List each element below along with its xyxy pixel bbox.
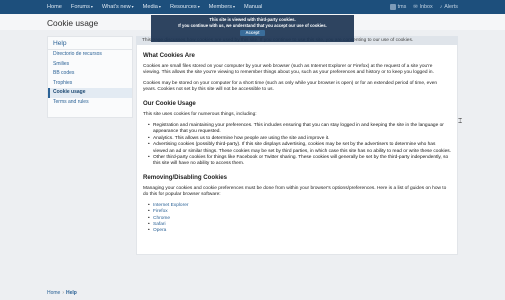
accept-cookies-button[interactable]: Accept	[239, 30, 266, 36]
help-sidebar: Help Directorio de recursos Smilies BB c…	[47, 36, 133, 118]
chevron-down-icon: ▾	[90, 4, 93, 9]
user-link[interactable]: tms	[389, 4, 406, 10]
sidebar-item-smilies[interactable]: Smilies	[48, 60, 132, 70]
nav-manual[interactable]: Manual	[244, 4, 262, 10]
breadcrumb-separator: ›	[62, 290, 65, 296]
section-heading: Our Cookie Usage	[143, 99, 196, 107]
paragraph: Managing your cookies and cookie prefere…	[143, 185, 447, 198]
avatar	[389, 4, 396, 10]
breadcrumb: Home › Help	[47, 290, 77, 296]
user-menu: tms ✉ Inbox ♪ Alerts	[383, 4, 458, 10]
browser-link-safari[interactable]: Safari	[153, 222, 166, 227]
paragraph: Cookies are small files stored on your c…	[143, 64, 434, 76]
breadcrumb-help[interactable]: Help	[66, 290, 77, 296]
envelope-icon: ✉	[413, 4, 418, 10]
browser-link-opera[interactable]: Opera	[153, 228, 166, 233]
alerts-link[interactable]: ♪ Alerts	[440, 4, 458, 10]
section-heading: What Cookies Are	[143, 52, 195, 59]
sidebar-item-terms-and-rules[interactable]: Terms and rules	[48, 98, 132, 108]
paragraph: Cookies may be stored on your computer f…	[143, 80, 438, 93]
section-heading: Removing/Disabling Cookies	[143, 173, 227, 181]
top-navigation: Home Forums▾ What's new▾ Media▾ Resource…	[0, 0, 505, 14]
sidebar-item-bb-codes[interactable]: BB codes	[48, 69, 132, 79]
list-item: Opera	[148, 228, 451, 235]
list-item: Other third-party cookies for things lik…	[148, 155, 451, 168]
chevron-down-icon: ▾	[233, 4, 236, 9]
nav-resources[interactable]: Resources▾	[170, 4, 200, 10]
notice-line: If you continue with us, we understand t…	[178, 23, 327, 28]
text-cursor-icon: ⌶	[458, 118, 463, 125]
list-item: Advertising cookies (possibly third-part…	[148, 142, 451, 155]
paragraph: This site uses cookies for numerous thin…	[143, 111, 257, 117]
nav-forums[interactable]: Forums▾	[71, 4, 93, 10]
sidebar-item-resource-directory[interactable]: Directorio de recursos	[48, 50, 132, 60]
browser-link-internet-explorer[interactable]: Internet Explorer	[153, 203, 188, 208]
browser-guides-list: Internet Explorer Firefox Chrome Safari …	[143, 203, 451, 235]
chevron-down-icon: ▾	[131, 4, 134, 9]
chevron-down-icon: ▾	[197, 4, 200, 9]
nav-whats-new[interactable]: What's new▾	[102, 4, 134, 10]
nav-home[interactable]: Home	[47, 4, 62, 10]
main-content: What Cookies Are Cookies are small files…	[136, 45, 458, 255]
inbox-link[interactable]: ✉ Inbox	[413, 4, 432, 10]
cookie-notice: This site is viewed with third-party coo…	[151, 15, 354, 42]
chevron-down-icon: ▾	[158, 4, 161, 9]
breadcrumb-home[interactable]: Home	[47, 290, 60, 296]
browser-link-chrome[interactable]: Chrome	[153, 216, 170, 221]
cookie-uses-list: Registration and maintaining your prefer…	[143, 123, 451, 168]
sidebar-heading: Help	[48, 37, 132, 50]
page-title: Cookie usage	[47, 18, 99, 28]
browser-link-firefox[interactable]: Firefox	[153, 209, 168, 214]
nav-members[interactable]: Members▾	[209, 4, 235, 10]
nav-media[interactable]: Media▾	[143, 4, 161, 10]
sidebar-item-trophies[interactable]: Trophies	[48, 79, 132, 89]
sidebar-item-cookie-usage[interactable]: Cookie usage	[48, 88, 132, 98]
list-item: Registration and maintaining your prefer…	[148, 123, 451, 136]
bell-icon: ♪	[439, 4, 443, 10]
